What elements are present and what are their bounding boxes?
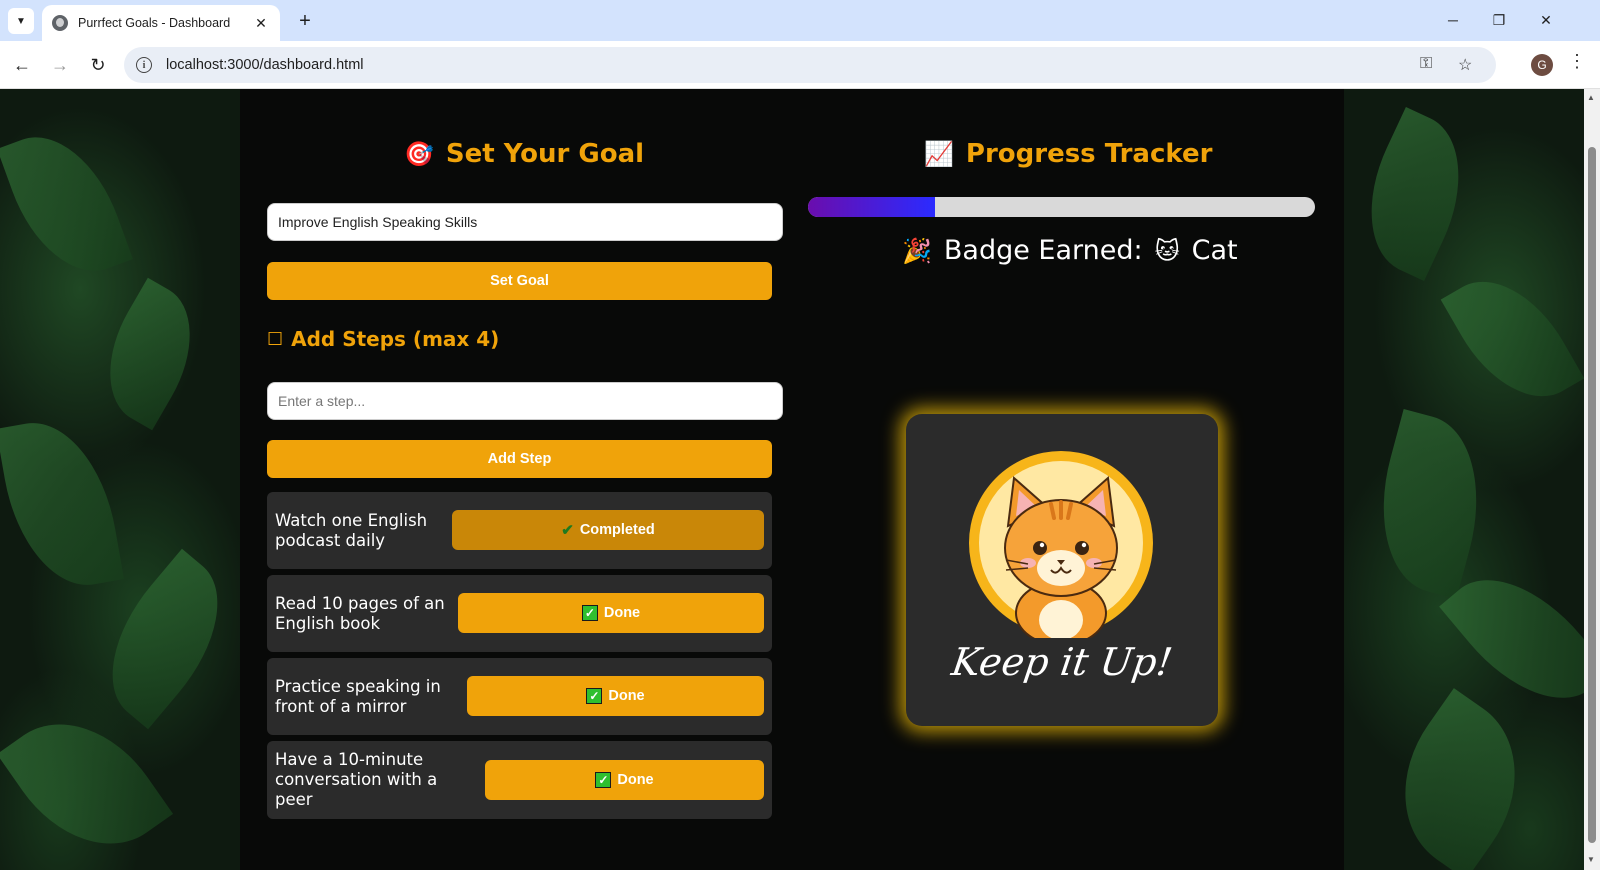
step-item: Read 10 pages of an English book ✓ Done bbox=[267, 575, 772, 652]
site-info-icon[interactable]: i bbox=[136, 57, 152, 73]
profile-avatar[interactable]: G bbox=[1531, 54, 1553, 76]
tab-close-icon[interactable]: ✕ bbox=[252, 15, 270, 32]
new-tab-plus-icon[interactable]: + bbox=[292, 8, 318, 34]
progress-tracker-heading: 📈 Progress Tracker bbox=[924, 139, 1212, 169]
leaf-decoration bbox=[1367, 688, 1553, 870]
globe-icon bbox=[52, 15, 68, 31]
step-item: Practice speaking in front of a mirror ✓… bbox=[267, 658, 772, 735]
cat-face-icon: 🐱 bbox=[1154, 236, 1180, 265]
step-text: Read 10 pages of an English book bbox=[275, 593, 445, 633]
done-button[interactable]: ✓ Done bbox=[467, 676, 764, 716]
progress-bar-fill bbox=[808, 197, 935, 217]
leaf-decoration bbox=[82, 277, 218, 431]
step-status-label: Done bbox=[603, 605, 641, 621]
password-key-icon[interactable]: ⚿ bbox=[1420, 55, 1432, 73]
chart-increasing-icon: 📈 bbox=[924, 140, 954, 168]
completed-button[interactable]: ✔ Completed bbox=[452, 510, 764, 550]
done-button[interactable]: ✓ Done bbox=[458, 593, 764, 633]
reload-icon[interactable]: ↻ bbox=[84, 51, 112, 79]
add-step-button[interactable]: Add Step bbox=[267, 440, 772, 478]
badge-caption: Keep it Up! bbox=[948, 640, 1176, 684]
badge-earned-line: 🎉 Badge Earned: 🐱 Cat bbox=[902, 235, 1238, 266]
leaf-decoration bbox=[1342, 107, 1488, 281]
green-checkbox-icon: ✓ bbox=[595, 772, 612, 788]
add-steps-heading: ☐ Add Steps (max 4) bbox=[267, 327, 499, 351]
step-item: Watch one English podcast daily ✔ Comple… bbox=[267, 492, 772, 569]
step-status-label: Done bbox=[608, 688, 645, 704]
badge-name: Cat bbox=[1191, 235, 1238, 266]
leaf-decoration bbox=[0, 118, 133, 290]
page-viewport: 🎯 Set Your Goal Set Goal ☐ Add Steps (ma… bbox=[0, 89, 1584, 870]
green-checkbox-icon: ✓ bbox=[581, 605, 598, 621]
set-goal-button[interactable]: Set Goal bbox=[267, 262, 772, 300]
back-arrow-icon[interactable]: ← bbox=[8, 51, 36, 79]
leaf-decoration bbox=[1440, 257, 1584, 421]
url-text[interactable]: localhost:3000/dashboard.html bbox=[166, 57, 364, 73]
set-goal-heading-text: Set Your Goal bbox=[445, 139, 645, 169]
more-menu-icon[interactable]: ⋮ bbox=[1568, 51, 1586, 72]
check-mark-icon: ✔ bbox=[561, 522, 574, 539]
target-icon: 🎯 bbox=[404, 140, 434, 168]
browser-tab-bar: ▼ Purrfect Goals - Dashboard ✕ + ─ ❐ ✕ bbox=[0, 0, 1600, 41]
restore-icon[interactable]: ❐ bbox=[1484, 8, 1514, 32]
scroll-up-arrow-icon[interactable]: ▲ bbox=[1587, 93, 1595, 102]
close-window-icon[interactable]: ✕ bbox=[1531, 8, 1561, 32]
step-text: Have a 10-minute conversation with a pee… bbox=[275, 750, 438, 809]
tab-title: Purrfect Goals - Dashboard bbox=[78, 16, 231, 30]
tab-search-chevron-icon[interactable]: ▼ bbox=[8, 8, 34, 34]
browser-tab[interactable]: Purrfect Goals - Dashboard ✕ bbox=[42, 5, 280, 41]
badge-earned-label: Badge Earned: bbox=[943, 235, 1143, 266]
step-text: Practice speaking in front of a mirror bbox=[275, 676, 441, 716]
done-button[interactable]: ✓ Done bbox=[485, 760, 764, 800]
add-steps-heading-text: Add Steps (max 4) bbox=[291, 327, 500, 351]
party-popper-icon: 🎉 bbox=[902, 236, 932, 265]
badge-card: Keep it Up! bbox=[906, 414, 1218, 726]
forward-arrow-icon[interactable]: → bbox=[46, 51, 74, 79]
bookmark-star-icon[interactable]: ☆ bbox=[1458, 55, 1472, 75]
step-status-label: Done bbox=[617, 772, 654, 788]
address-bar[interactable]: i localhost:3000/dashboard.html ⚿ ☆ bbox=[124, 47, 1496, 83]
progress-bar bbox=[808, 197, 1315, 217]
scrollbar-thumb[interactable] bbox=[1588, 147, 1596, 843]
goal-input[interactable] bbox=[267, 203, 783, 241]
step-input[interactable] bbox=[267, 382, 783, 420]
set-goal-heading: 🎯 Set Your Goal bbox=[404, 139, 644, 169]
dashboard-panel: 🎯 Set Your Goal Set Goal ☐ Add Steps (ma… bbox=[240, 89, 1344, 870]
leaf-decoration bbox=[1359, 408, 1501, 600]
checkbox-outline-icon: ☐ bbox=[267, 328, 284, 350]
step-status-label: Completed bbox=[579, 522, 655, 538]
minimize-icon[interactable]: ─ bbox=[1438, 8, 1468, 32]
browser-toolbar: ← → ↻ i localhost:3000/dashboard.html ⚿ … bbox=[0, 41, 1600, 89]
green-checkbox-icon: ✓ bbox=[586, 688, 603, 704]
step-text: Watch one English podcast daily bbox=[275, 510, 428, 550]
step-item: Have a 10-minute conversation with a pee… bbox=[267, 741, 772, 819]
page-scrollbar[interactable]: ▲ ▼ bbox=[1584, 89, 1600, 870]
progress-tracker-heading-text: Progress Tracker bbox=[965, 139, 1213, 169]
scroll-down-arrow-icon[interactable]: ▼ bbox=[1587, 855, 1595, 864]
cat-badge-icon bbox=[969, 451, 1153, 638]
leaf-decoration bbox=[0, 411, 125, 597]
